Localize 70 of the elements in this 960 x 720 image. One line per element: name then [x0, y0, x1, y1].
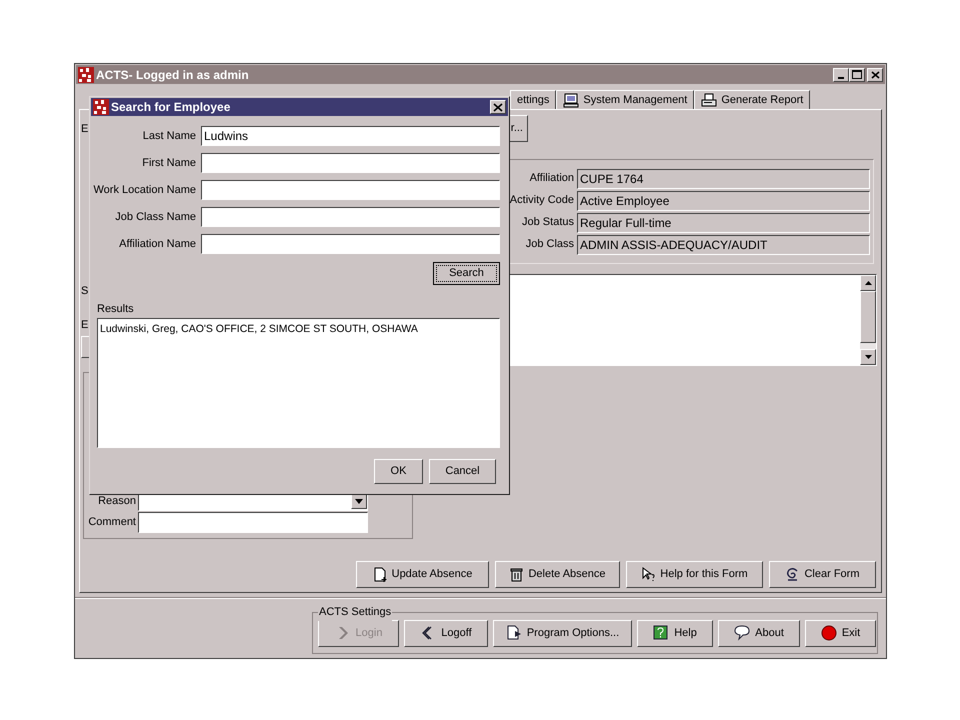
field-value: ADMIN ASSIS-ADEQUACY/AUDIT — [577, 234, 870, 254]
close-button[interactable] — [867, 68, 883, 82]
field-value: Regular Full-time — [577, 212, 870, 232]
field-label: Job Class Name — [114, 210, 196, 225]
results-label: Results — [97, 302, 134, 317]
close-icon — [493, 102, 503, 112]
input-field[interactable] — [201, 153, 500, 173]
field-label: Comment — [88, 515, 136, 530]
field-label: E — [81, 318, 88, 331]
input-field[interactable] — [201, 207, 500, 227]
close-icon — [870, 70, 880, 78]
tab[interactable]: ettings — [510, 90, 556, 109]
input-field[interactable]: Ludwins — [201, 126, 500, 146]
form-button[interactable]: Clear Form — [769, 561, 876, 588]
field-label: First Name — [141, 156, 196, 171]
window-title: ACTS- Logged in as admin — [96, 66, 249, 84]
field-value: CUPE 1764 — [577, 168, 870, 188]
maximize-icon — [852, 70, 862, 79]
printer-icon — [701, 92, 718, 108]
settings-button[interactable]: Exit — [805, 620, 876, 646]
dialog-title: Search for Employee — [111, 99, 230, 116]
pointer-question-icon — [641, 567, 656, 582]
settings-button[interactable]: Help — [637, 620, 713, 646]
close-button[interactable] — [490, 100, 506, 114]
field-label: S — [81, 284, 88, 297]
scroll-down-button[interactable] — [860, 349, 876, 365]
settings-button[interactable]: Program Options... — [493, 620, 632, 646]
maximize-button[interactable] — [849, 68, 865, 82]
input-field[interactable] — [201, 234, 500, 254]
help-book-icon — [653, 625, 670, 641]
form-button[interactable]: Update Absence — [356, 561, 489, 588]
field-label: Job Status — [521, 215, 574, 230]
field-label: Last Name — [142, 128, 196, 144]
app-logo-icon — [93, 99, 109, 115]
dialog-button[interactable]: OK — [374, 458, 423, 484]
scroll-up-button[interactable] — [860, 275, 876, 291]
field-label: Affiliation Name — [118, 236, 196, 252]
input-field[interactable] — [201, 180, 500, 200]
comment-field[interactable] — [138, 512, 368, 533]
speech-bubble-icon — [734, 625, 750, 641]
app-logo-icon — [78, 66, 94, 82]
results-list[interactable]: Ludwinski, Greg, CAO'S OFFICE, 2 SIMCOE ST SOUTH, OSHAWA — [97, 318, 500, 448]
new-page-icon — [372, 567, 388, 582]
down-arrow-icon — [864, 355, 872, 359]
group-title: ACTS Settings — [318, 604, 392, 620]
field-label: Work Location Name — [92, 182, 196, 198]
search-button[interactable]: Search — [433, 262, 500, 285]
stop-sign-icon — [820, 625, 837, 641]
field-label: Job Class — [524, 237, 574, 252]
form-button[interactable]: Delete Absence — [495, 561, 620, 588]
dialog-button[interactable]: Cancel — [429, 458, 496, 484]
field-label: Affiliation — [528, 171, 574, 186]
field-label: Activity Code — [508, 193, 574, 208]
up-arrow-icon — [864, 281, 872, 285]
tab[interactable]: Generate Report — [694, 90, 810, 109]
field-value: Active Employee — [577, 190, 870, 210]
minimize-icon — [838, 76, 844, 78]
field-label: Reason — [97, 494, 136, 509]
form-button[interactable]: Help for this Form — [626, 561, 763, 588]
page-arrow-icon — [506, 625, 522, 641]
scrollbar[interactable] — [860, 275, 876, 365]
minimize-button[interactable] — [833, 68, 849, 82]
settings-button[interactable]: Logoff — [404, 620, 488, 646]
result-item[interactable]: Ludwinski, Greg, CAO'S OFFICE, 2 SIMCOE ST SOUTH, OSHAWA — [100, 322, 418, 338]
trash-can-icon — [509, 567, 524, 582]
scroll-thumb[interactable] — [860, 291, 876, 343]
tab[interactable]: System Management — [556, 90, 694, 109]
caret-icon — [355, 498, 363, 504]
settings-button[interactable]: About — [718, 620, 800, 646]
field-label: E — [81, 122, 88, 135]
